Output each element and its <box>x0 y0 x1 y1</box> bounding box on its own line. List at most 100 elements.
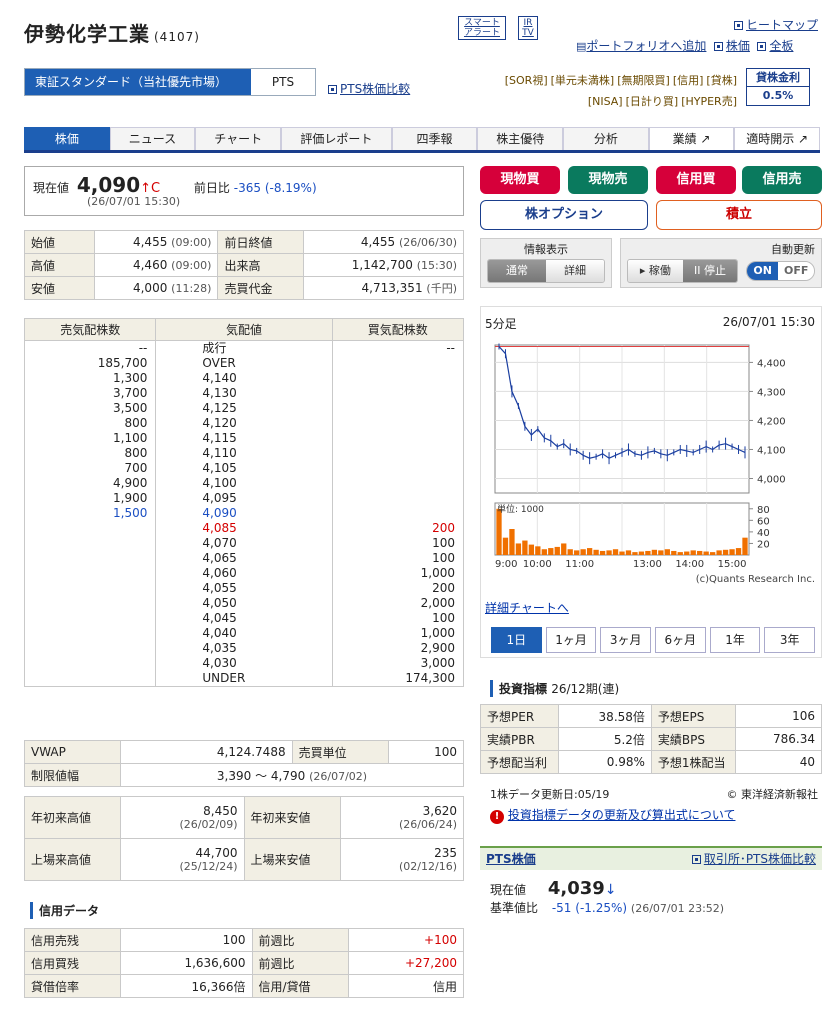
cell-time: (09:00) <box>171 259 212 272</box>
mode-normal[interactable]: 通常 <box>488 260 546 282</box>
margin-sell-button[interactable]: 信用売 <box>742 166 822 194</box>
tag: [信用] <box>672 74 704 87</box>
tag: [SOR視] <box>504 74 548 87</box>
lending-rate-box[interactable]: 貸株金利 0.5% <box>746 68 810 106</box>
board-price[interactable]: 4,140 <box>155 371 333 386</box>
window-icon <box>757 42 767 51</box>
cell-value: 4,455 <box>132 235 168 249</box>
board-price[interactable]: 4,095 <box>155 491 333 506</box>
tab-earnings[interactable]: 業績 ↗ <box>648 127 735 150</box>
volume-tick-label: 80 <box>757 505 770 516</box>
period-6m[interactable]: 6ヶ月 <box>655 627 706 653</box>
tab-news[interactable]: ニュース <box>109 127 196 150</box>
board-price[interactable]: 4,050 <box>155 596 333 611</box>
display-mode-toggle: 通常 詳細 <box>487 259 605 283</box>
board-price[interactable]: 4,125 <box>155 401 333 416</box>
market-primary-tab[interactable]: 東証スタンダード（当社優先市場） <box>25 69 251 95</box>
portfolio-link[interactable]: ▤ポートフォリオへ追加 <box>576 39 706 53</box>
cell-label: VWAP <box>24 740 121 764</box>
price-tick-label: 4,300 <box>757 387 786 398</box>
volume-bar <box>619 551 625 555</box>
accumulate-button[interactable]: 積立 <box>656 200 822 230</box>
board-sell-qty <box>23 671 157 687</box>
pts-compare-link[interactable]: 取引所･PTS株価比較 <box>691 850 816 867</box>
board-price[interactable]: 4,070 <box>155 536 333 551</box>
board-price[interactable]: UNDER <box>155 671 333 687</box>
tab-shikiho[interactable]: 四季報 <box>391 127 478 150</box>
tag: [HYPER売] <box>681 95 737 108</box>
board-price[interactable]: 成行 <box>155 340 333 356</box>
tab-stock-price[interactable]: 株価 <box>24 127 110 150</box>
board-price[interactable]: 4,090 <box>155 506 333 521</box>
table-row: 予想PER 38.58倍 予想EPS 106 <box>480 704 823 728</box>
period-1m[interactable]: 1ヶ月 <box>545 627 597 653</box>
board-price[interactable]: 4,045 <box>155 611 333 626</box>
board-sell-qty: 800 <box>23 416 157 431</box>
board-price[interactable]: 4,060 <box>155 566 333 581</box>
cell-label: 前日終値 <box>217 230 305 254</box>
detail-chart-link[interactable]: 詳細チャートへ <box>485 599 569 616</box>
board-price[interactable]: 4,030 <box>155 656 333 671</box>
board-sell-qty: 3,500 <box>23 401 157 416</box>
board-price[interactable]: 4,120 <box>155 416 333 431</box>
cell-label: 上場来高値 <box>24 838 121 881</box>
board-header-buy: 買気配株数 <box>331 318 465 341</box>
board-price[interactable]: 4,130 <box>155 386 333 401</box>
cell-value: 38.58倍 <box>558 704 652 728</box>
tab-report[interactable]: 評価レポート <box>280 127 392 150</box>
board-price[interactable]: 4,085 <box>155 521 333 536</box>
period-1y[interactable]: 1年 <box>709 627 761 653</box>
pts-title[interactable]: PTS株価 <box>486 852 536 866</box>
mode-detail[interactable]: 詳細 <box>546 260 604 282</box>
cash-sell-button[interactable]: 現物売 <box>568 166 648 194</box>
all-boards-link[interactable]: 全板 <box>757 39 793 53</box>
indicators-note-link[interactable]: ! 投資指標データの更新及び算出式について <box>490 806 735 824</box>
tag: [日計り買] <box>625 95 679 108</box>
period-3m[interactable]: 3ヶ月 <box>600 627 652 653</box>
table-row: 実績PBR 5.2倍 実績BPS 786.34 <box>480 727 823 751</box>
margin-buy-button[interactable]: 信用買 <box>656 166 736 194</box>
pts-compare-link[interactable]: PTS株価比較 <box>328 80 410 97</box>
smart-alert-button[interactable]: スマート アラート <box>458 16 506 40</box>
cell-value: 4,124.7488 <box>120 740 293 764</box>
ir-tv-button[interactable]: IR TV <box>518 16 538 40</box>
pts-arrow: ↓ <box>604 882 617 898</box>
stop-button[interactable]: II 停止 <box>682 260 738 282</box>
board-price[interactable]: 4,055 <box>155 581 333 596</box>
board-buy-qty: 174,300 <box>331 671 465 687</box>
tag: [無期限買] <box>617 74 670 87</box>
tab-disclosure[interactable]: 適時開示 ↗ <box>734 127 820 150</box>
board-price[interactable]: 4,100 <box>155 476 333 491</box>
board-row: 4,065 100 <box>23 551 465 566</box>
tab-benefits[interactable]: 株主優待 <box>477 127 564 150</box>
board-price[interactable]: OVER <box>155 356 333 371</box>
data-updated: 1株データ更新日:05/19 <box>490 788 610 801</box>
intraday-chart[interactable]: 4,400 4,300 4,200 4,100 4,000 80604020 単位: 100… <box>481 337 821 599</box>
stock-price-link[interactable]: 株価 <box>713 39 750 53</box>
run-button[interactable]: ▸ 稼働 <box>628 260 683 282</box>
period-3y[interactable]: 3年 <box>764 627 816 653</box>
board-sell-qty <box>23 521 157 536</box>
board-price[interactable]: 4,035 <box>155 641 333 656</box>
board-price[interactable]: 4,105 <box>155 461 333 476</box>
board-row: 4,055 200 <box>23 581 465 596</box>
pts-time: (26/07/01 23:52) <box>630 902 725 915</box>
board-price[interactable]: 4,065 <box>155 551 333 566</box>
period-1d[interactable]: 1日 <box>491 627 542 653</box>
lending-rate: 0.5% <box>747 86 809 104</box>
board-price[interactable]: 4,115 <box>155 431 333 446</box>
tab-chart[interactable]: チャート <box>195 127 281 150</box>
board-buy-qty <box>331 476 465 491</box>
board-buy-qty <box>331 371 465 386</box>
board-price[interactable]: 4,040 <box>155 626 333 641</box>
table-row: 安値 4,000 (11:28) 売買代金 4,713,351 (千円) <box>24 276 464 300</box>
cell-label: 上場来安値 <box>243 838 341 881</box>
cash-buy-button[interactable]: 現物買 <box>480 166 560 194</box>
tab-analysis[interactable]: 分析 <box>563 127 649 150</box>
board-price[interactable]: 4,110 <box>155 446 333 461</box>
auto-update-switch[interactable]: ON OFF <box>746 261 815 281</box>
stock-option-button[interactable]: 株オプション <box>480 200 648 230</box>
table-row: 制限値幅 3,390 ～ 4,790 (26/07/02) <box>24 763 464 787</box>
market-pts-tab[interactable]: PTS <box>251 69 315 95</box>
heatmap-link[interactable]: ヒートマップ <box>733 16 818 33</box>
